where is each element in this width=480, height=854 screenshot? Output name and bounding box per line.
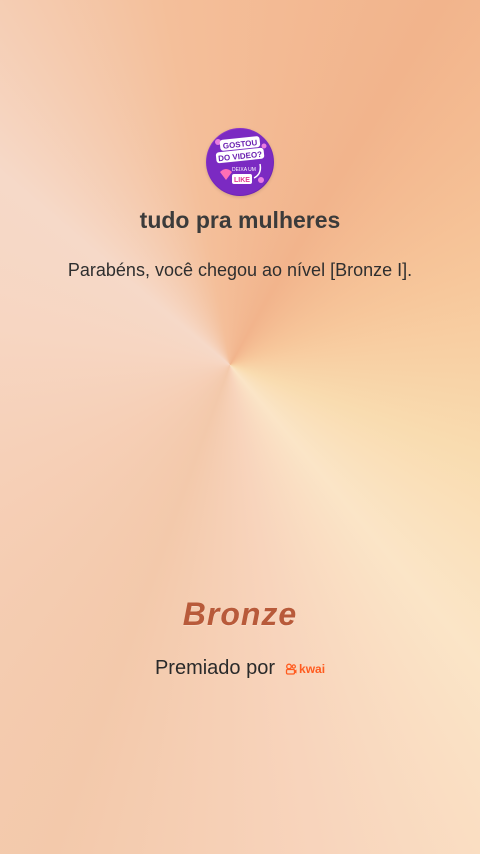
avatar-line-4: LIKE: [234, 177, 250, 184]
avatar-line-3: DEIXA UM: [232, 167, 256, 173]
gostou-do-video-icon: GOSTOU DO VIDEO? DEIXA UM LIKE: [207, 129, 273, 195]
level-message: Parabéns, você chegou ao nível [Bronze I…: [67, 260, 413, 280]
kwai-logo: kwai: [285, 662, 325, 676]
rank-title: Bronze: [182, 596, 298, 632]
level-up-screen: GOSTOU DO VIDEO? DEIXA UM LIKE tudo pra …: [0, 0, 480, 854]
kwai-wordmark: kwai: [299, 661, 326, 676]
username: tudo pra mulheres: [139, 207, 341, 233]
kwai-icon: [285, 663, 297, 675]
awarded-by: Premiado por kwai: [0, 657, 480, 680]
avatar[interactable]: GOSTOU DO VIDEO? DEIXA UM LIKE: [206, 128, 274, 196]
awarded-label: Premiado por: [154, 657, 276, 679]
